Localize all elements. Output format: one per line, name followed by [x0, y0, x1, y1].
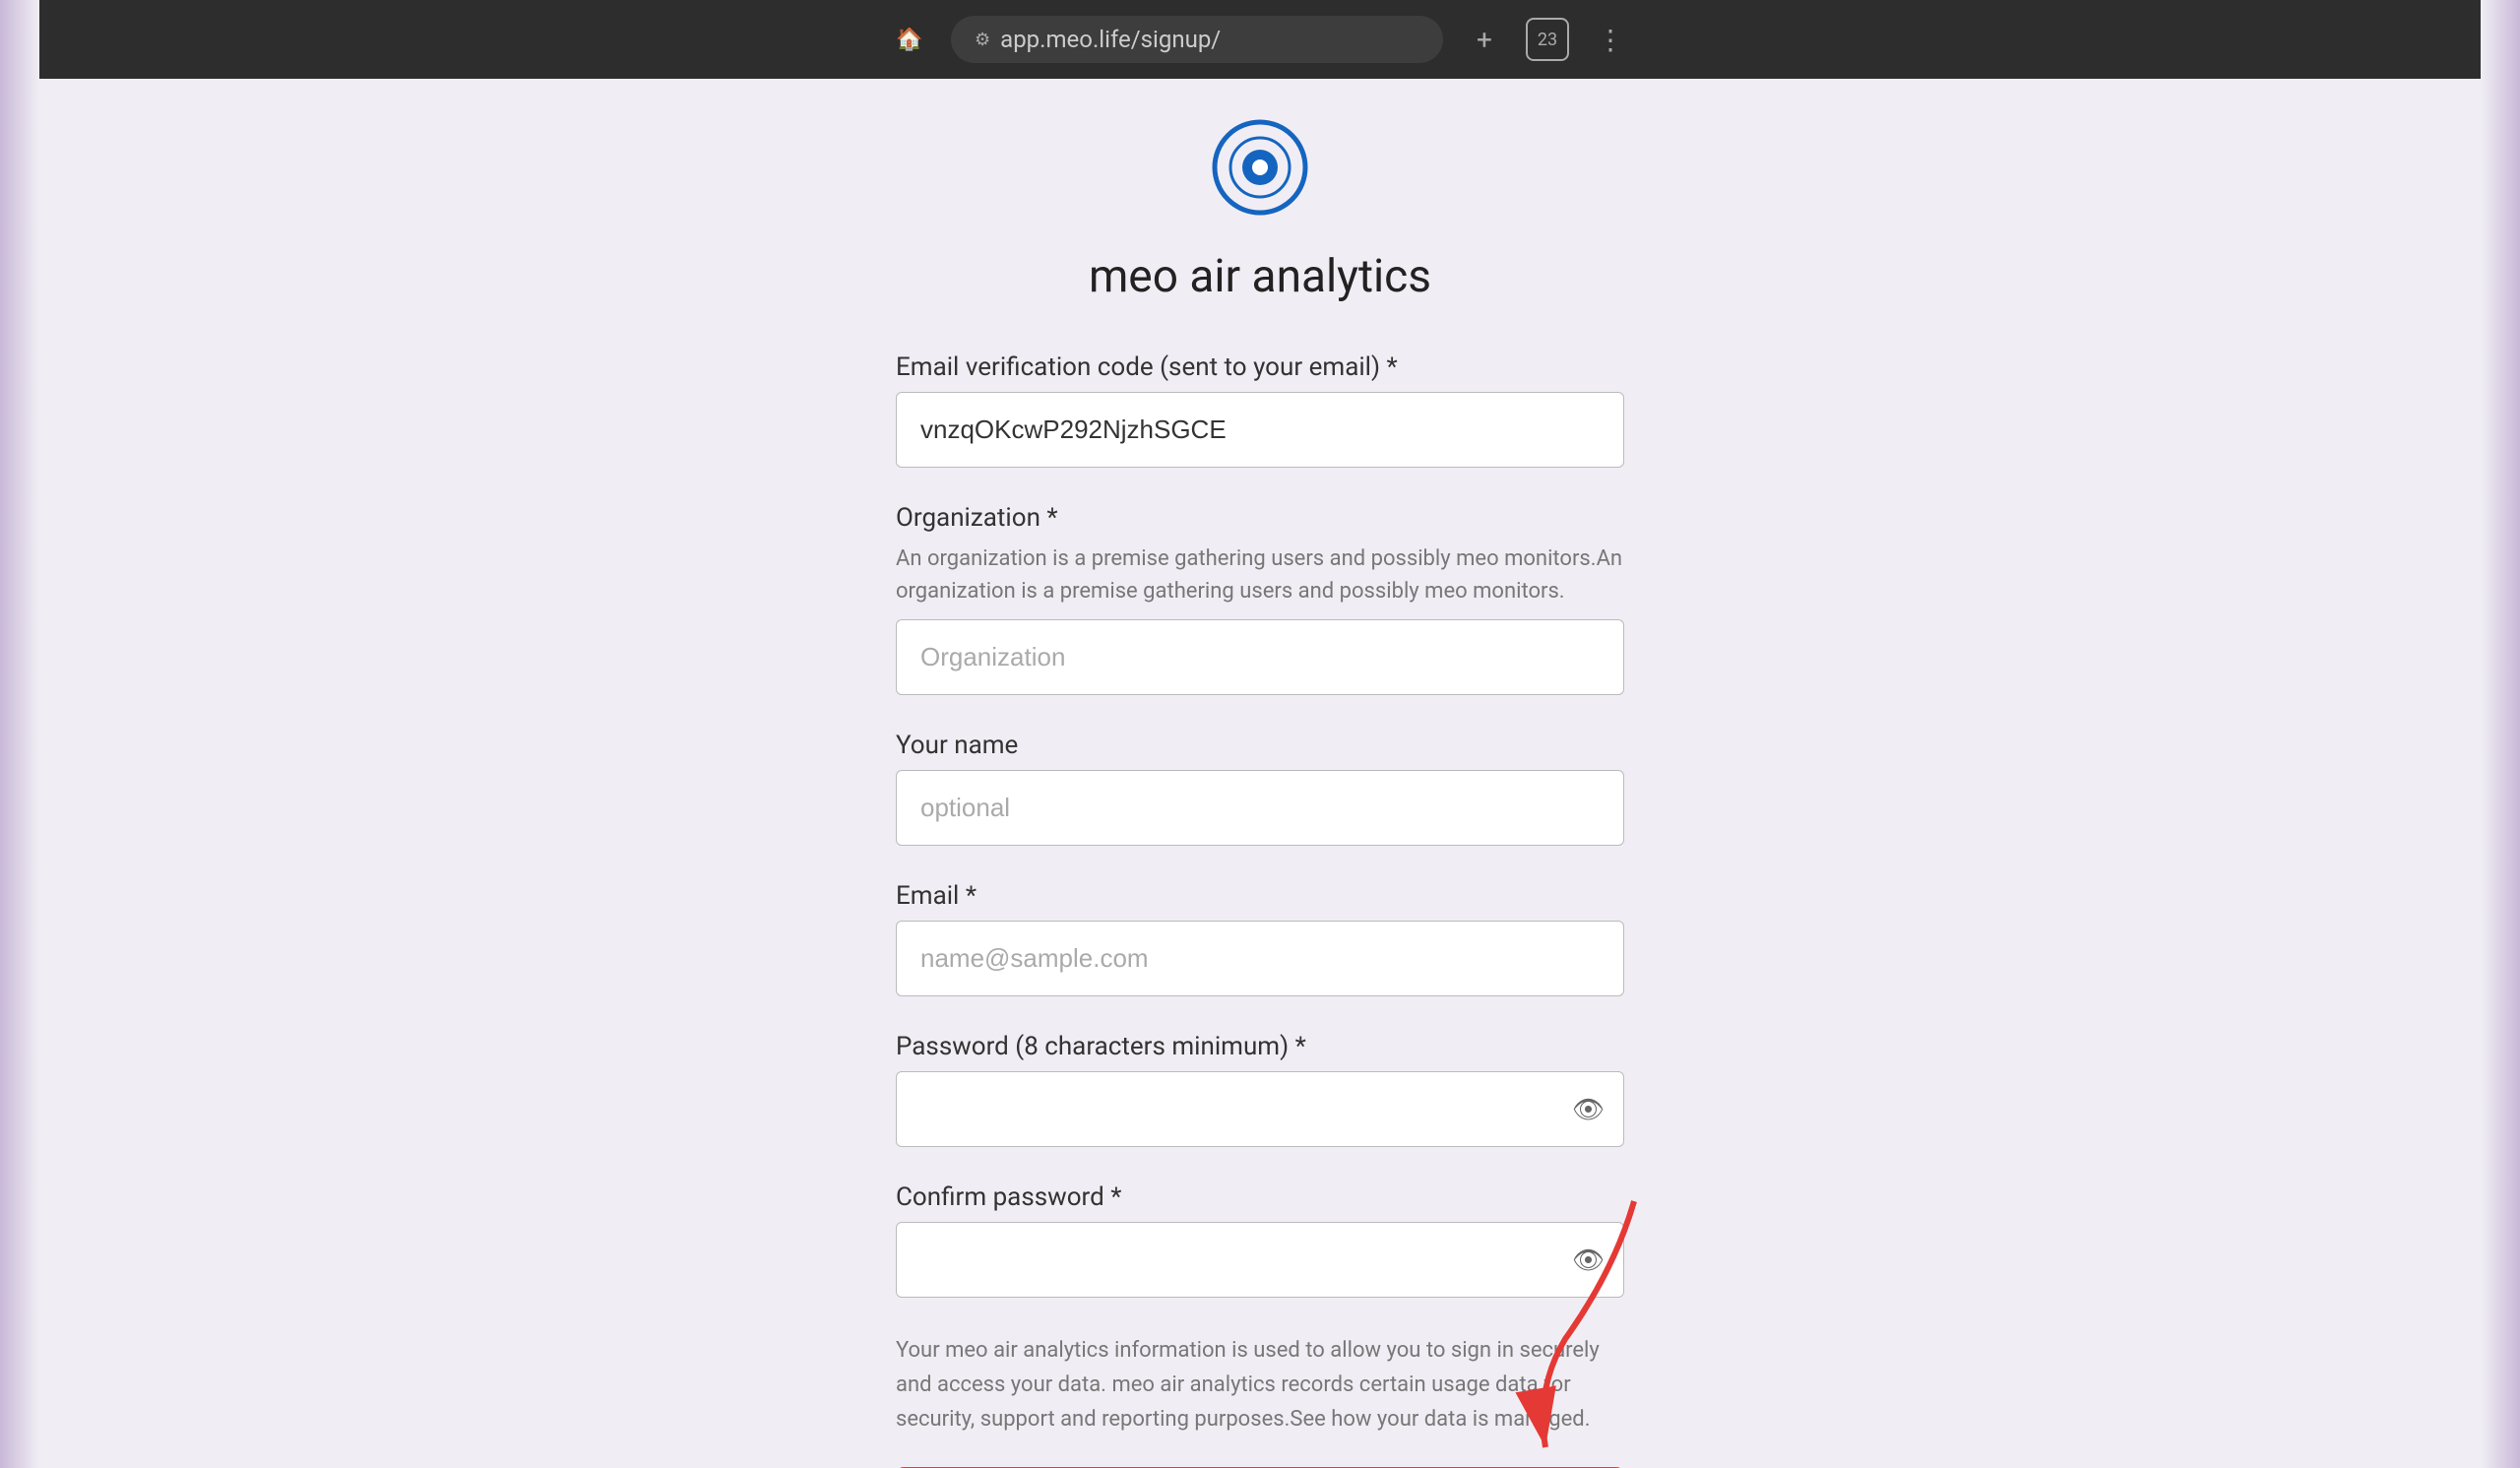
page-wrapper: meo air analytics Email verification cod… — [0, 79, 2520, 1468]
your-name-label: Your name — [896, 731, 1624, 760]
browser-menu-button[interactable]: ⋮ — [1589, 18, 1632, 61]
email-verification-label: Email verification code (sent to your em… — [896, 352, 1624, 382]
security-icon: ⚙ — [975, 30, 990, 50]
email-verification-group: Email verification code (sent to your em… — [896, 352, 1624, 468]
address-bar[interactable]: ⚙ app.meo.life/signup/ — [951, 16, 1443, 63]
email-group: Email * — [896, 881, 1624, 996]
confirm-password-group: Confirm password * 👁 — [896, 1182, 1624, 1298]
confirm-eye-icon: 👁 — [1572, 1245, 1605, 1275]
browser-chrome: 🏠 ⚙ app.meo.life/signup/ + 23 ⋮ — [0, 0, 2520, 79]
email-input[interactable] — [896, 921, 1624, 996]
email-label: Email * — [896, 881, 1624, 911]
organization-label: Organization * — [896, 503, 1624, 533]
organization-group: Organization * An organization is a prem… — [896, 503, 1624, 695]
app-logo — [1211, 118, 1309, 217]
password-input[interactable] — [896, 1071, 1624, 1147]
confirm-password-toggle-button[interactable]: 👁 — [1572, 1245, 1605, 1275]
your-name-input[interactable] — [896, 770, 1624, 846]
home-button[interactable]: 🏠 — [888, 18, 931, 61]
password-group: Password (8 characters minimum) * 👁 — [896, 1032, 1624, 1147]
left-gradient — [0, 79, 39, 1468]
your-name-group: Your name — [896, 731, 1624, 846]
confirm-password-input[interactable] — [896, 1222, 1624, 1298]
signup-form: Email verification code (sent to your em… — [896, 352, 1624, 1468]
organization-description: An organization is a premise gathering u… — [896, 543, 1624, 607]
password-toggle-button[interactable]: 👁 — [1572, 1094, 1605, 1124]
confirm-password-label: Confirm password * — [896, 1182, 1624, 1212]
password-label: Password (8 characters minimum) * — [896, 1032, 1624, 1061]
organization-input[interactable] — [896, 619, 1624, 695]
new-tab-button[interactable]: + — [1463, 18, 1506, 61]
right-gradient — [2481, 79, 2520, 1468]
confirm-password-input-wrapper: 👁 — [896, 1222, 1624, 1298]
email-verification-input[interactable] — [896, 392, 1624, 468]
url-text: app.meo.life/signup/ — [1000, 26, 1221, 53]
password-input-wrapper: 👁 — [896, 1071, 1624, 1147]
privacy-text: Your meo air analytics information is us… — [896, 1333, 1624, 1437]
tabs-count-button[interactable]: 23 — [1526, 18, 1569, 61]
logo-container — [1211, 118, 1309, 221]
app-title: meo air analytics — [1089, 250, 1431, 303]
content-area: meo air analytics Email verification cod… — [837, 79, 1683, 1468]
eye-icon: 👁 — [1572, 1094, 1605, 1124]
